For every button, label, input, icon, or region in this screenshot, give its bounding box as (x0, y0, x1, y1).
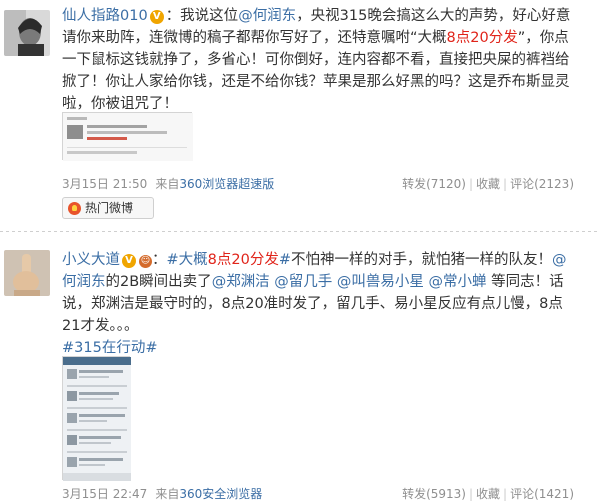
source-link[interactable]: 360浏览器超速版 (179, 177, 274, 191)
emoji-icon: ☺ (139, 255, 152, 268)
divider: | (468, 177, 474, 191)
favorite-button[interactable]: 收藏 (476, 487, 500, 501)
post-divider (0, 231, 600, 232)
source-prefix: 来自 (155, 487, 180, 501)
post-actions: 转发(5913) | 收藏 | 评论(1421) (402, 486, 574, 502)
image-thumbnail[interactable] (62, 356, 131, 481)
avatar[interactable] (4, 250, 50, 296)
mention-link[interactable]: @郑渊洁 (212, 274, 270, 290)
author-name[interactable]: 仙人指路010 (62, 8, 148, 24)
post-segment: 的2B瞬间出卖了 (105, 274, 212, 290)
post-time[interactable]: 3月15日 21:50 (62, 177, 147, 191)
fire-icon (68, 202, 81, 215)
author-name[interactable]: 小义大道 (62, 252, 120, 268)
divider: | (503, 487, 508, 501)
post-segment: 不怕神一样的对手，就怕猪一样的队友！ (291, 252, 552, 268)
mention-link[interactable]: @常小蝉 (429, 274, 487, 290)
source-prefix: 来自 (155, 177, 180, 191)
topic-link[interactable]: #大概 (167, 252, 208, 268)
post-text: 仙人指路010 V ：我说这位@何润东，央视315晚会搞这么大的声势，好心好意请你来… (62, 5, 574, 115)
avatar[interactable] (4, 10, 50, 56)
mention-link[interactable]: @留几手 (274, 274, 332, 290)
post-text: 小义大道 V ☺ ：#大概8点20分发#不怕神一样的对手，就怕猪一样的队友！@何润东的… (62, 249, 574, 359)
divider: | (503, 177, 508, 191)
hot-weibo-button[interactable]: 热门微博 (62, 197, 154, 219)
highlight-text: 8点20分发 (207, 252, 279, 268)
topic-link[interactable]: #315在行动# (62, 340, 157, 356)
post-segment: ： (152, 252, 167, 268)
post-actions: 转发(7120) | 收藏 | 评论(2123) (402, 176, 574, 192)
comment-button[interactable]: 评论(2123) (510, 177, 574, 191)
source-link[interactable]: 360安全浏览器 (179, 487, 262, 501)
mention-link[interactable]: @何润东 (238, 8, 296, 24)
favorite-button[interactable]: 收藏 (476, 177, 500, 191)
post-time[interactable]: 3月15日 22:47 (62, 487, 147, 501)
divider: | (468, 487, 474, 501)
mention-link[interactable]: @叫兽易小星 (337, 274, 424, 290)
post-meta: 3月15日 21:50 来自360浏览器超速版 转发(7120) | 收藏 | 评论(21… (62, 176, 574, 192)
topic-link[interactable]: # (279, 252, 291, 268)
highlight-text: 8点20分发 (446, 30, 518, 46)
weibo-post: 仙人指路010 V ：我说这位@何润东，央视315晚会搞这么大的声势，好心好意请你来… (0, 0, 600, 232)
post-meta: 3月15日 22:47 来自360安全浏览器 转发(5913) | 收藏 | 评论(142… (62, 486, 574, 502)
weibo-feed: 仙人指路010 V ：我说这位@何润东，央视315晚会搞这么大的声势，好心好意请你来… (0, 0, 600, 503)
verified-badge-icon: V (122, 254, 136, 268)
verified-badge-icon: V (149, 10, 164, 24)
post-segment: ：我说这位 (165, 8, 239, 24)
comment-button[interactable]: 评论(1421) (510, 487, 574, 501)
image-thumbnail[interactable] (62, 112, 193, 161)
hot-weibo-label: 热门微博 (85, 201, 134, 215)
repost-button[interactable]: 转发(5913) (402, 487, 466, 501)
repost-button[interactable]: 转发(7120) (402, 177, 466, 191)
